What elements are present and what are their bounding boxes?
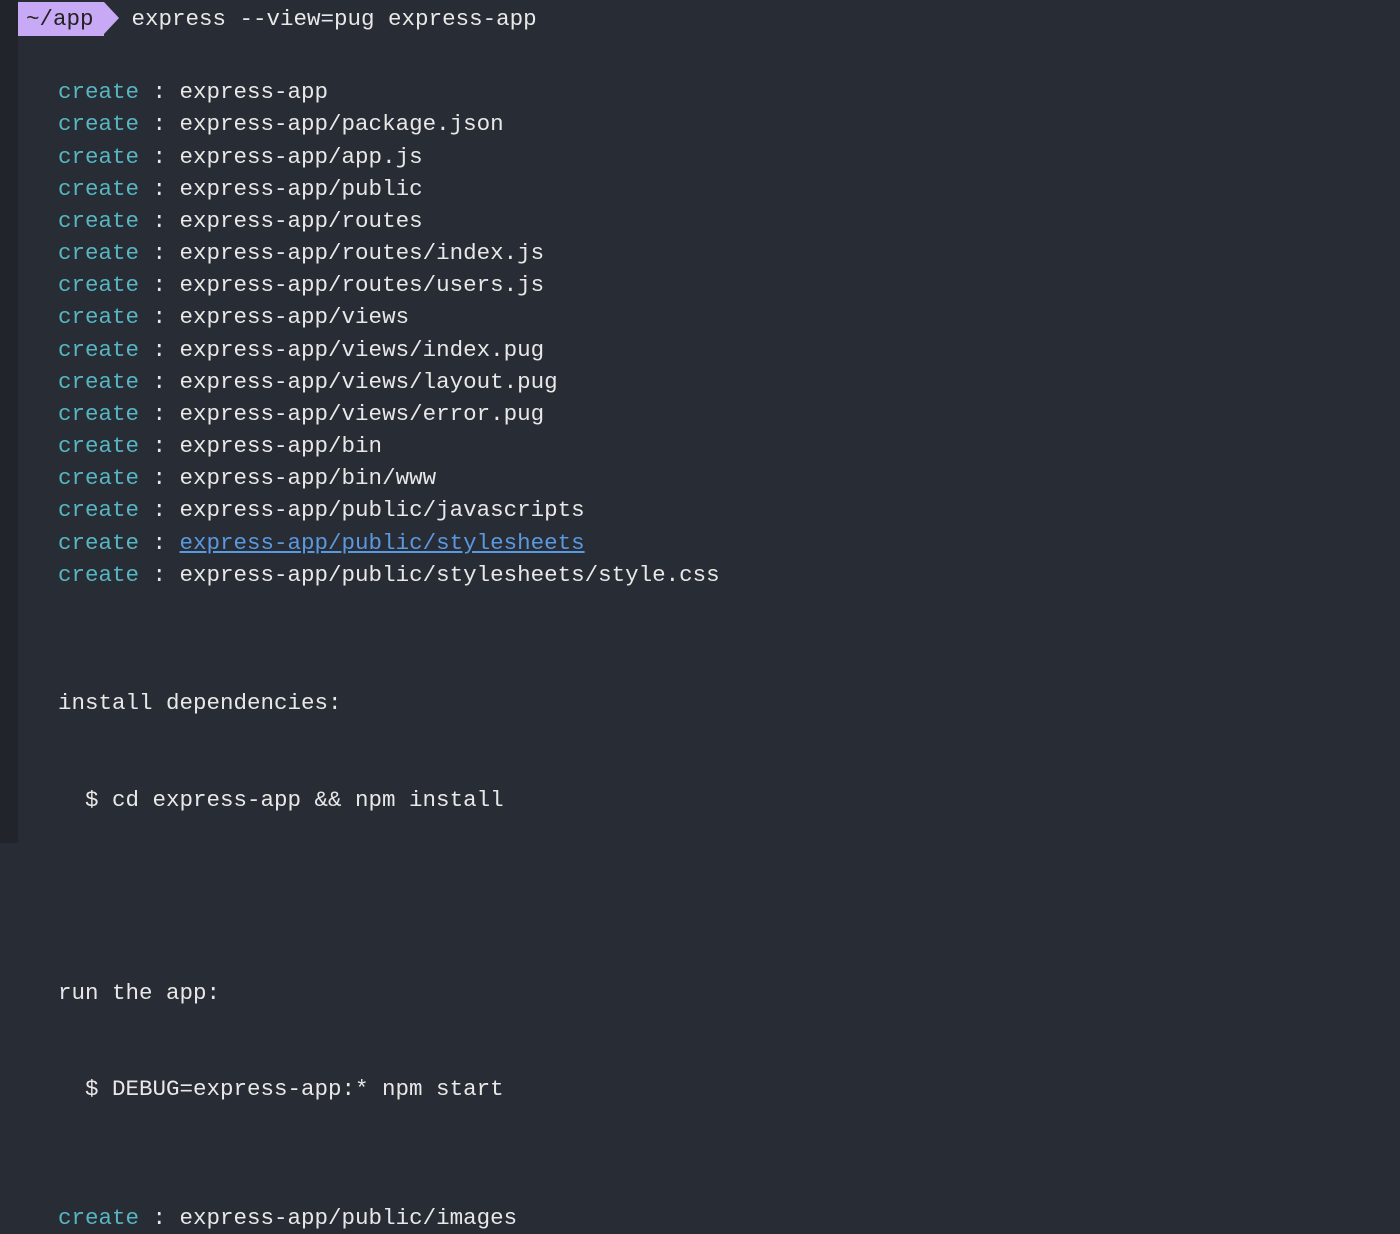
create-path: express-app/routes/users.js <box>180 272 545 298</box>
create-keyword: create <box>58 111 139 137</box>
create-keyword: create <box>58 144 139 170</box>
create-path: express-app/public/images <box>180 1205 518 1231</box>
create-sep: : <box>139 144 180 170</box>
create-line: create : express-app/package.json <box>58 108 1400 140</box>
create-keyword: create <box>58 79 139 105</box>
create-sep: : <box>139 272 180 298</box>
create-path: express-app/views/index.pug <box>180 337 545 363</box>
create-path: express-app/package.json <box>180 111 504 137</box>
create-sep: : <box>139 176 180 202</box>
create-sep: : <box>139 530 180 556</box>
create-path: express-app/public/stylesheets/style.css <box>180 562 720 588</box>
install-section: install dependencies: $ cd express-app &… <box>18 623 1400 880</box>
create-path: express-app <box>180 79 329 105</box>
create-line: create : express-app/views/error.pug <box>58 398 1400 430</box>
install-heading: install dependencies: <box>58 687 1400 719</box>
create-sep: : <box>139 562 180 588</box>
create-keyword: create <box>58 208 139 234</box>
create-line: create : express-app/routes/index.js <box>58 237 1400 269</box>
create-sep: : <box>139 433 180 459</box>
create-keyword: create <box>58 497 139 523</box>
create-keyword: create <box>58 304 139 330</box>
prompt-cwd-badge: ~/app <box>18 2 104 36</box>
create-keyword: create <box>58 530 139 556</box>
blank-line <box>18 880 1400 912</box>
create-sep: : <box>139 465 180 491</box>
create-line: create : express-app/bin/www <box>58 462 1400 494</box>
run-heading: run the app: <box>58 977 1400 1009</box>
create-line: create : express-app/views/index.pug <box>58 334 1400 366</box>
create-sep: : <box>139 208 180 234</box>
trailing-create-block: create : express-app/public/images <box>18 1202 1400 1234</box>
create-sep: : <box>139 401 180 427</box>
create-sep: : <box>139 369 180 395</box>
create-line: create : express-app/public/javascripts <box>58 494 1400 526</box>
editor-gutter <box>0 0 18 843</box>
prompt-line: ~/app express --view=pug express-app <box>18 2 1400 36</box>
create-sep: : <box>139 304 180 330</box>
create-keyword: create <box>58 369 139 395</box>
create-path: express-app/bin <box>180 433 383 459</box>
create-sep: : <box>139 79 180 105</box>
install-command: $ cd express-app && npm install <box>58 784 1400 816</box>
create-path: express-app/routes/index.js <box>180 240 545 266</box>
create-line: create : express-app/public/images <box>58 1202 1400 1234</box>
create-line: create : express-app/app.js <box>58 141 1400 173</box>
create-line: create : express-app/views/layout.pug <box>58 366 1400 398</box>
create-path: express-app/views/error.pug <box>180 401 545 427</box>
create-path: express-app/public <box>180 176 423 202</box>
create-line: create : express-app/routes/users.js <box>58 269 1400 301</box>
typed-command: express --view=pug express-app <box>132 3 537 35</box>
create-sep: : <box>139 1205 180 1231</box>
create-path: express-app/routes <box>180 208 423 234</box>
create-sep: : <box>139 497 180 523</box>
create-keyword: create <box>58 401 139 427</box>
create-keyword: create <box>58 176 139 202</box>
blank-line <box>18 44 1400 76</box>
blank-line <box>18 591 1400 623</box>
create-path: express-app/app.js <box>180 144 423 170</box>
terminal-view[interactable]: ~/app express --view=pug express-app cre… <box>18 0 1400 843</box>
create-keyword: create <box>58 1205 139 1231</box>
create-path: express-app/views/layout.pug <box>180 369 558 395</box>
create-sep: : <box>139 240 180 266</box>
create-line: create : express-app/public/stylesheets <box>58 527 1400 559</box>
create-line: create : express-app/public/stylesheets/… <box>58 559 1400 591</box>
create-keyword: create <box>58 465 139 491</box>
create-path: express-app/views <box>180 304 410 330</box>
run-command: $ DEBUG=express-app:* npm start <box>58 1073 1400 1105</box>
create-keyword: create <box>58 272 139 298</box>
create-output-block: create : express-appcreate : express-app… <box>18 76 1400 591</box>
create-keyword: create <box>58 240 139 266</box>
blank-line <box>18 1170 1400 1202</box>
create-line: create : express-app/views <box>58 301 1400 333</box>
create-path: express-app/public/javascripts <box>180 497 585 523</box>
create-keyword: create <box>58 562 139 588</box>
create-path[interactable]: express-app/public/stylesheets <box>180 530 585 556</box>
create-line: create : express-app/bin <box>58 430 1400 462</box>
create-path: express-app/bin/www <box>180 465 437 491</box>
create-line: create : express-app/routes <box>58 205 1400 237</box>
create-keyword: create <box>58 433 139 459</box>
create-sep: : <box>139 337 180 363</box>
create-line: create : express-app <box>58 76 1400 108</box>
create-keyword: create <box>58 337 139 363</box>
create-sep: : <box>139 111 180 137</box>
create-line: create : express-app/public <box>58 173 1400 205</box>
run-section: run the app: $ DEBUG=express-app:* npm s… <box>18 912 1400 1169</box>
